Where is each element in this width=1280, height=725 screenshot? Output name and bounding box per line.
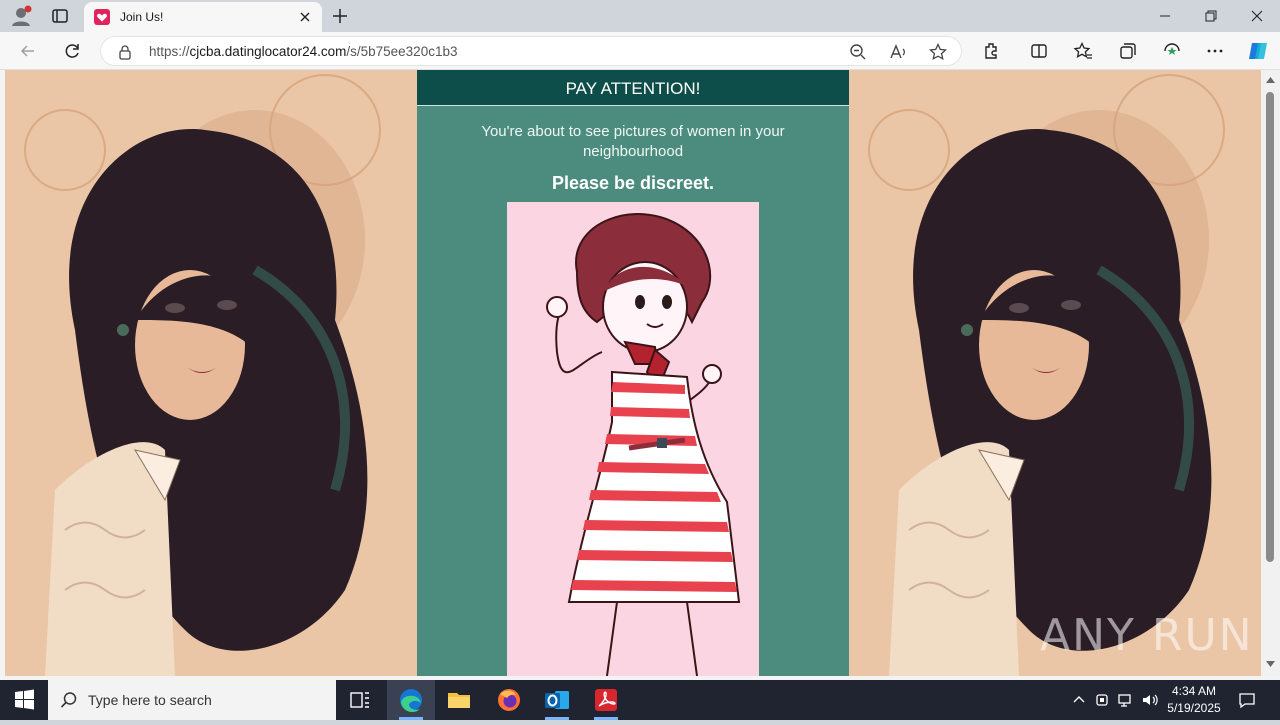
panel-message: You're about to see pictures of women in… (481, 123, 785, 160)
tab-actions-icon[interactable] (50, 6, 70, 26)
lock-icon[interactable] (117, 44, 133, 60)
extensions-icon[interactable] (981, 41, 1001, 61)
minimize-icon[interactable] (1142, 0, 1188, 32)
right-woman-illustration (849, 70, 1261, 676)
profile-icon[interactable] (10, 5, 32, 27)
anyrun-watermark: ANY RUN (1040, 610, 1254, 661)
cartoon-girl-picture[interactable] (507, 202, 759, 676)
tab-title: Join Us! (120, 10, 164, 24)
url-text[interactable]: https://cjcba.datinglocator24.com/s/5b75… (149, 44, 457, 59)
windows-start-icon[interactable] (0, 680, 48, 720)
chevron-up-icon[interactable] (1070, 691, 1088, 709)
network-icon[interactable] (1117, 691, 1135, 709)
refresh-icon[interactable] (62, 41, 82, 61)
acrobat-icon (595, 689, 617, 711)
firefox-icon[interactable] (485, 680, 533, 720)
taskbar-clock[interactable]: 4:34 AM 5/19/2025 (1160, 683, 1228, 717)
url-path: /s/5b75ee320c1b3 (346, 44, 458, 59)
outlook-icon (545, 691, 569, 709)
cartoon-girl-illustration (546, 213, 741, 676)
taskbar: Type here to search 4:34 AM 5/19/2025 (0, 680, 1280, 720)
warning-panel: PAY ATTENTION! You're about to see pictu… (417, 70, 849, 676)
close-window-icon[interactable] (1234, 0, 1280, 32)
tab-bar: Join Us! (0, 0, 1280, 32)
split-screen-icon[interactable] (1029, 41, 1049, 61)
restore-icon[interactable] (1188, 0, 1234, 32)
taskbar-edge[interactable] (387, 680, 435, 720)
browser-window: Join Us! https://cjcba.datinglocator24.c… (0, 0, 1280, 680)
page-scrollbar[interactable] (1261, 70, 1280, 676)
new-tab-icon[interactable] (330, 6, 350, 26)
panel-emphasis: Please be discreet. (551, 173, 715, 193)
panel-header: PAY ATTENTION! (417, 70, 849, 106)
left-woman-illustration (5, 70, 417, 676)
favorite-star-icon[interactable] (928, 42, 948, 62)
scroll-down-icon[interactable] (1266, 660, 1275, 668)
more-options-icon[interactable] (1205, 41, 1225, 61)
clock-date: 5/19/2025 (1167, 701, 1221, 715)
url-host: cjcba.datinglocator24.com (189, 44, 347, 59)
search-placeholder: Type here to search (88, 692, 212, 708)
favorites-icon[interactable] (1073, 41, 1093, 61)
copilot-icon[interactable] (1246, 39, 1270, 63)
notifications-icon[interactable] (1238, 691, 1256, 709)
back-icon[interactable] (18, 41, 38, 61)
scroll-up-icon[interactable] (1266, 76, 1275, 84)
task-view-icon[interactable] (336, 680, 384, 720)
active-tab[interactable]: Join Us! (84, 2, 322, 32)
heart-favicon-icon (94, 9, 110, 25)
edge-icon (400, 689, 422, 713)
url-prefix: https:// (149, 44, 190, 59)
file-explorer-icon[interactable] (435, 680, 483, 720)
zoom-icon[interactable] (848, 42, 868, 62)
taskbar-search[interactable]: Type here to search (48, 680, 336, 720)
collections-icon[interactable] (1118, 41, 1138, 61)
taskbar-outlook[interactable] (533, 680, 581, 720)
browser-essentials-icon[interactable] (1162, 41, 1182, 61)
address-bar[interactable]: https://cjcba.datinglocator24.com/s/5b75… (100, 36, 962, 66)
search-icon (60, 692, 77, 708)
close-tab-icon[interactable] (296, 8, 314, 26)
panel-title: PAY ATTENTION! (565, 79, 701, 98)
volume-icon[interactable] (1141, 691, 1159, 709)
clock-time: 4:34 AM (1171, 684, 1217, 698)
taskbar-acrobat[interactable] (582, 680, 630, 720)
page-viewport: PAY ATTENTION! You're about to see pictu… (5, 70, 1261, 676)
read-aloud-icon[interactable] (888, 42, 908, 62)
meet-now-icon[interactable] (1094, 691, 1112, 709)
scrollbar-thumb[interactable] (1266, 92, 1274, 562)
toolbar: https://cjcba.datinglocator24.com/s/5b75… (0, 32, 1280, 70)
